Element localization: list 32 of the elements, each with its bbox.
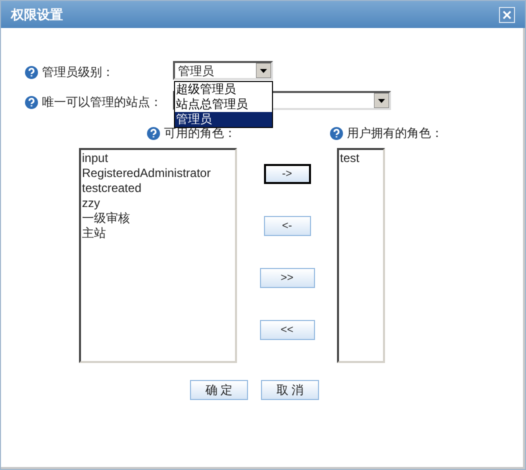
dialog-button[interactable]: 确 定 — [190, 380, 248, 400]
dialog-button[interactable]: 取 消 — [261, 380, 319, 400]
dropdown-arrow-icon[interactable] — [256, 63, 271, 78]
move-button[interactable]: -> — [264, 164, 310, 184]
field-label: 唯一可以管理的站点： — [42, 94, 162, 111]
list-item[interactable]: 一级审核 — [82, 211, 234, 226]
list-item[interactable]: input — [82, 151, 234, 166]
list-item[interactable]: test — [340, 151, 382, 166]
close-icon[interactable] — [499, 6, 515, 22]
list-label: 可用的角色： — [164, 125, 236, 142]
list-item[interactable]: zzy — [82, 196, 234, 211]
level-dropdown[interactable]: 管理员 — [173, 61, 273, 80]
move-button[interactable]: << — [260, 320, 314, 340]
dropdown-arrow-icon[interactable] — [374, 93, 389, 108]
help-icon — [25, 96, 38, 108]
help-icon — [330, 126, 343, 140]
dropdown-option[interactable]: 超级管理员 — [175, 82, 272, 97]
list-item[interactable]: testcreated — [82, 181, 234, 196]
window-title: 权限设置 — [11, 6, 63, 24]
move-button[interactable]: <- — [264, 216, 310, 236]
help-icon — [25, 66, 38, 78]
dropdown-option[interactable]: 管理员 — [175, 112, 272, 127]
dropdown-option[interactable]: 站点总管理员 — [175, 97, 272, 112]
list-item[interactable]: 主站 — [82, 226, 234, 241]
move-button[interactable]: >> — [260, 268, 314, 288]
list-item[interactable]: RegisteredAdministrator — [82, 166, 234, 181]
dropdown-value: 管理员 — [177, 62, 215, 80]
list-label: 用户拥有的角色： — [347, 125, 443, 142]
available-roles-list[interactable]: input RegisteredAdministrator testcreated zzy 一级审核 主站 — [79, 148, 237, 363]
user-roles-list[interactable]: test — [337, 148, 385, 363]
field-label: 管理员级别： — [42, 64, 114, 81]
help-icon — [147, 126, 160, 140]
